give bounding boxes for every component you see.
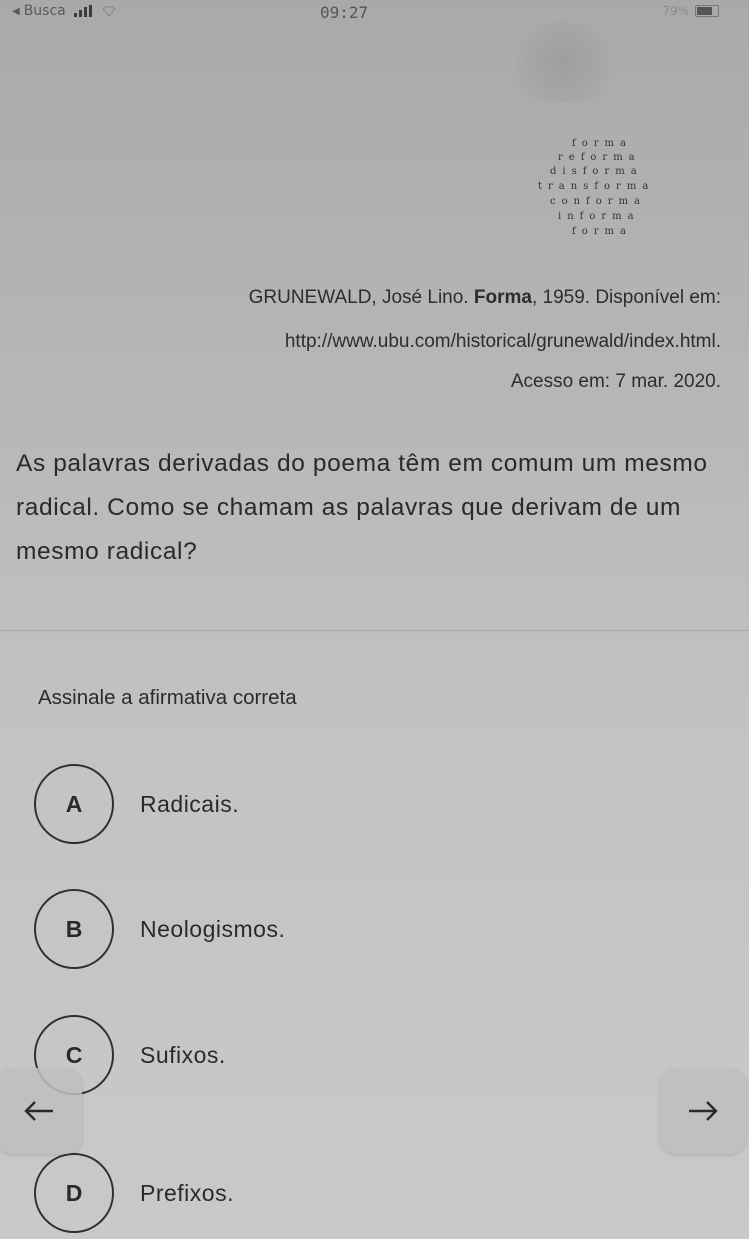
poem-line: disforma [550,166,643,177]
poem-line: transforma [538,181,655,192]
previous-button[interactable] [0,1068,82,1154]
poem-line: conforma [550,196,647,207]
citation-year: , 1959. Disponível em: [531,287,721,308]
clock: 09:27 [320,3,369,22]
status-bar: ◀ Busca 09:27 79% [0,0,749,26]
option-label[interactable]: Sufixos. [140,1015,226,1095]
citation-title: Forma [473,287,532,308]
option-b[interactable]: B Neologismos. [34,889,634,969]
arrow-left-icon [24,1101,53,1121]
battery-percent: 79% [662,4,689,18]
status-right: 79% [662,4,719,18]
citation-line-1: GRUNEWALD, José Lino. Forma, 1959. Dispo… [249,287,721,309]
arrow-right-icon [689,1101,718,1121]
poem-image [514,22,612,102]
citation-access: Acesso em: 7 mar. 2020. [510,371,721,392]
back-to-app-icon[interactable]: ◀ [12,6,20,17]
signal-icon [73,5,92,17]
option-letter: A [65,791,83,817]
carrier-name: Busca [23,3,66,19]
poem-line: informa [558,211,640,222]
instruction-text: Assinale a afirmativa correta [38,686,297,709]
wifi-icon [101,6,116,16]
option-label[interactable]: Neologismos. [140,889,285,969]
question-text: As palavras derivadas do poema têm em co… [16,450,708,565]
status-left: ◀ Busca [12,3,116,19]
next-button[interactable] [660,1068,746,1154]
option-a[interactable]: A Radicais. [34,764,634,844]
citation-author: GRUNEWALD, José Lino. [248,287,469,308]
option-c[interactable]: C Sufixos. [34,1015,634,1095]
option-label[interactable]: Radicais. [140,764,239,844]
divider [0,630,749,631]
option-letter: D [65,1180,83,1206]
battery-icon [695,5,719,17]
option-letter: B [65,916,83,942]
citation-url: http://www.ubu.com/historical/grunewald/… [284,331,721,352]
option-d[interactable]: D Prefixos. [34,1153,634,1233]
poem-line: forma [572,226,632,237]
option-label[interactable]: Prefixos. [140,1153,234,1233]
